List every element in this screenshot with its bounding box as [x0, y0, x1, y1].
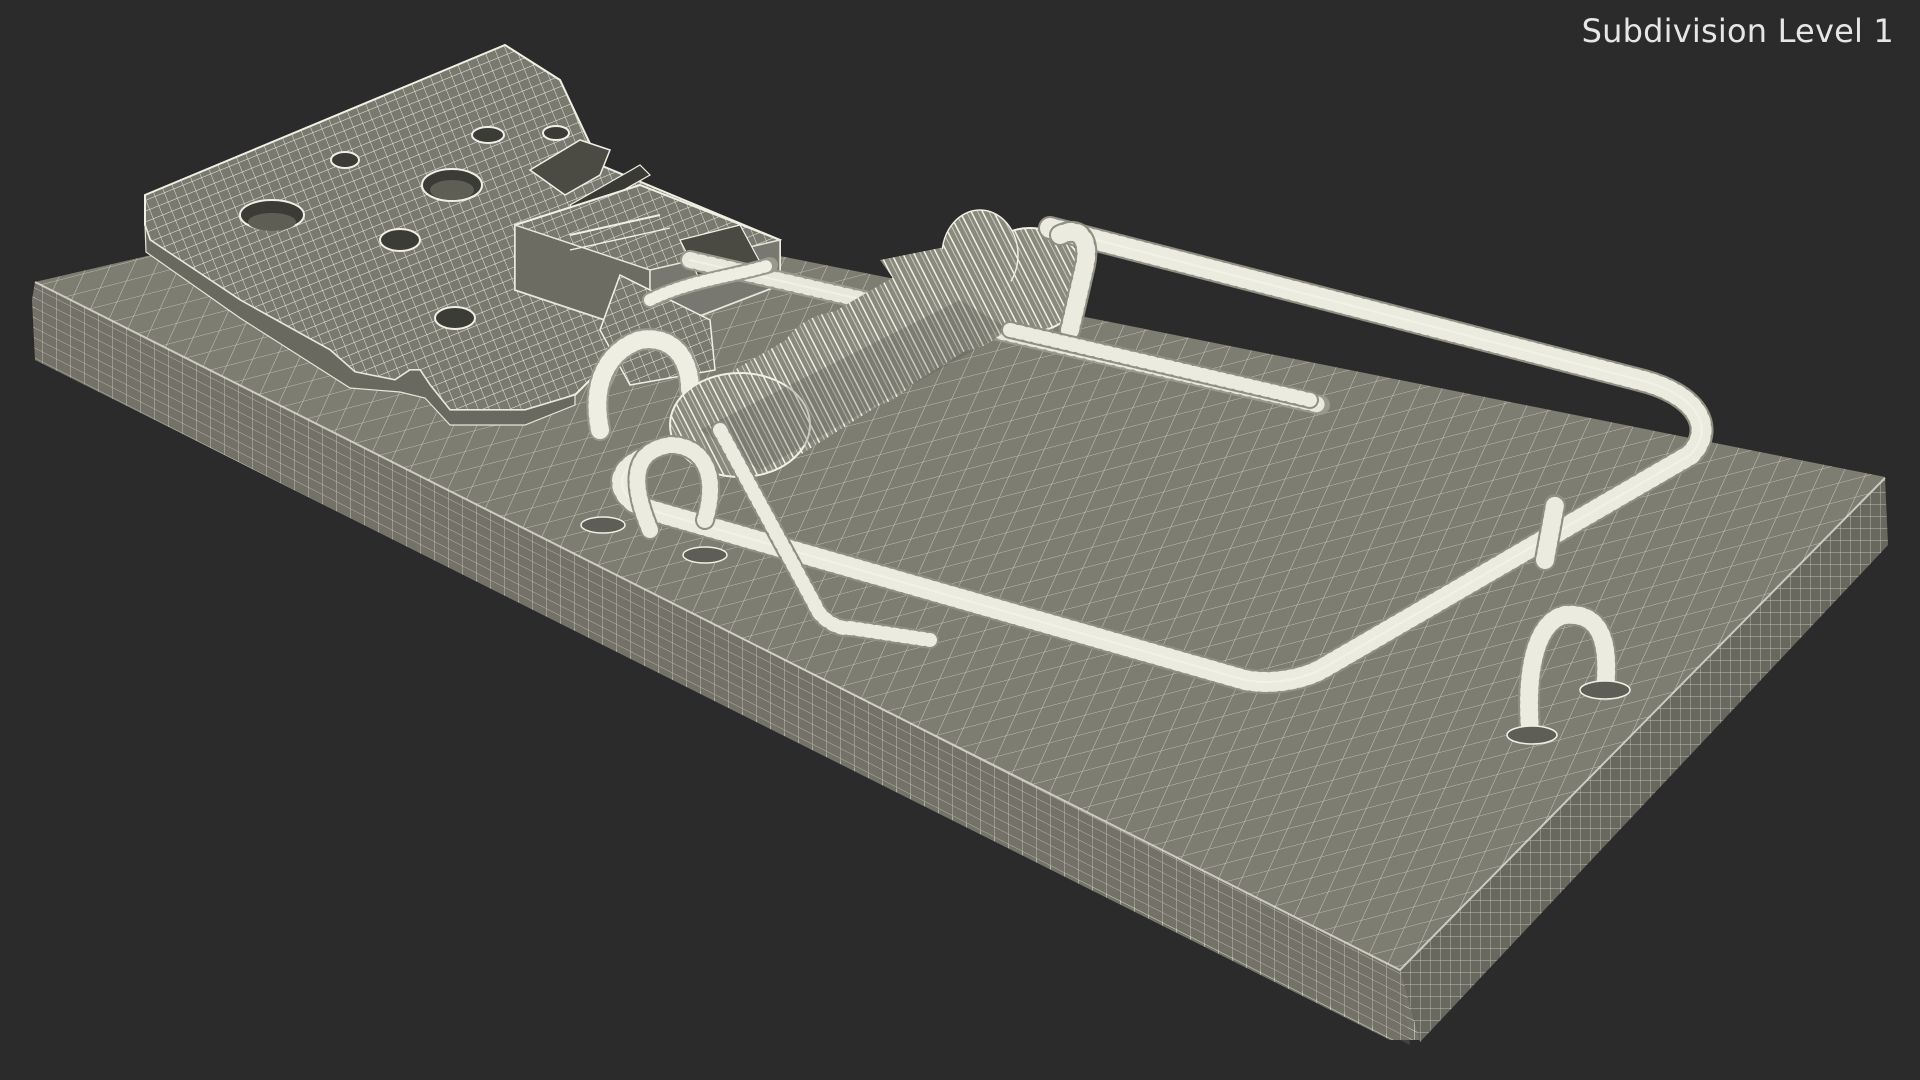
mousetrap-render — [32, 43, 1888, 1045]
viewport-canvas: Subdivision Level 1 — [0, 0, 1920, 1080]
subdivision-level-label: Subdivision Level 1 — [1581, 12, 1894, 50]
